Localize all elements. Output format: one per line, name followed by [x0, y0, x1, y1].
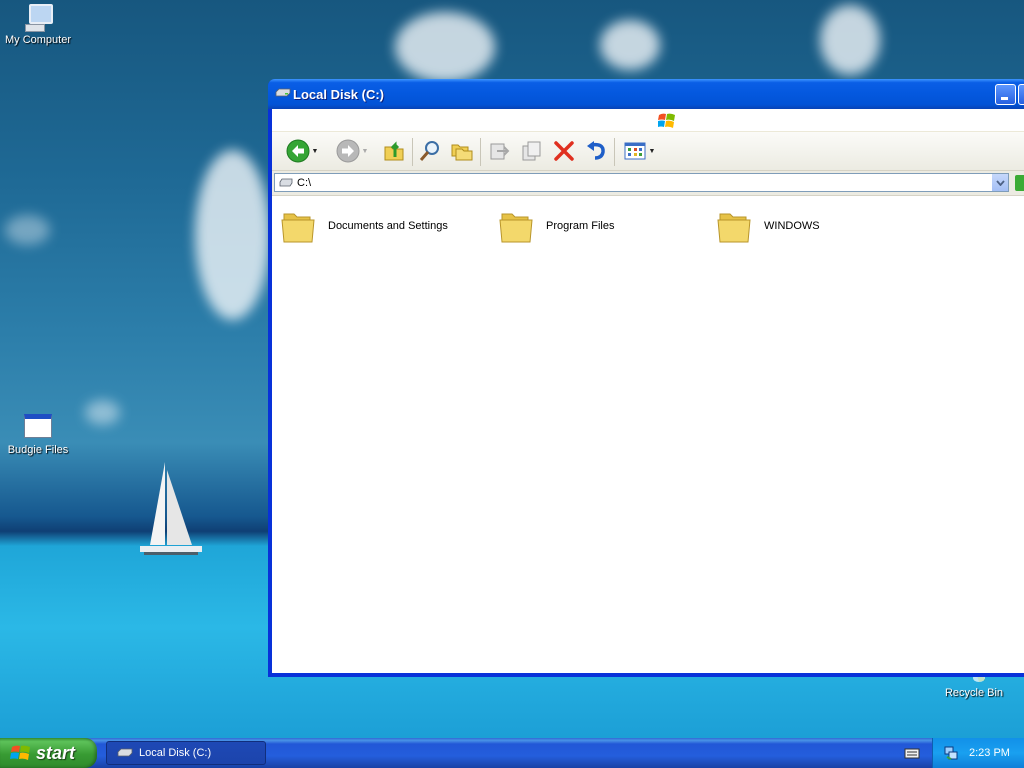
- window-body: ▼ ▼ ▼ C:\ Documents and Settings Program…: [272, 109, 1024, 673]
- move-to-icon: [490, 143, 510, 160]
- address-value: C:\: [297, 177, 312, 189]
- folder-name: Documents and Settings: [328, 220, 448, 232]
- cloud: [395, 12, 495, 82]
- chevron-down-icon: [995, 179, 1005, 186]
- forward-button[interactable]: ▼: [332, 138, 372, 164]
- folder-name: Program Files: [546, 220, 615, 232]
- toolbar-separator: [412, 138, 413, 166]
- dropdown-arrow-icon: ▼: [361, 147, 369, 155]
- dropdown-arrow-icon: ▼: [311, 147, 319, 155]
- local-disk-icon: [275, 88, 291, 97]
- window-titlebar[interactable]: Local Disk (C:): [268, 79, 1024, 109]
- up-folder-icon: [384, 141, 404, 161]
- my-computer-icon: [23, 2, 53, 32]
- windows-logo-icon: [658, 113, 675, 128]
- sailboat-image: [140, 462, 202, 555]
- keyboard-icon[interactable]: [904, 746, 920, 760]
- undo-icon: [587, 141, 605, 160]
- system-tray: 2:23 PM: [932, 738, 1024, 768]
- standard-toolbar: ▼ ▼ ▼: [272, 132, 1024, 171]
- taskbar: start Local Disk (C:) 2:23 PM: [0, 738, 1024, 768]
- views-button[interactable]: ▼: [620, 138, 658, 164]
- desktop-icon-my-computer[interactable]: My Computer: [0, 2, 78, 46]
- windows-logo-icon: [10, 745, 30, 760]
- window-title: Local Disk (C:): [293, 87, 385, 102]
- cloud: [820, 5, 880, 75]
- explorer-window: Local Disk (C:) ▼ ▼ ▼ C:\ Documents and …: [268, 79, 1024, 677]
- file-list: Documents and Settings Program Files WIN…: [272, 196, 1024, 673]
- cloud: [195, 150, 270, 320]
- delete-icon: [554, 141, 574, 161]
- address-field[interactable]: C:\: [274, 173, 1009, 192]
- forward-icon: [336, 139, 360, 163]
- search-icon: [419, 141, 439, 161]
- address-bar: C:\: [272, 171, 1024, 196]
- local-disk-icon: [117, 748, 133, 757]
- folder-icon: [281, 213, 315, 243]
- folder-item-documents-and-settings[interactable]: Documents and Settings: [280, 206, 448, 246]
- views-icon: [624, 142, 646, 160]
- folder-item-windows[interactable]: WINDOWS: [716, 206, 820, 246]
- taskbar-button-local-disk[interactable]: Local Disk (C:): [106, 741, 266, 765]
- up-button[interactable]: [380, 138, 408, 164]
- menu-bar: [272, 109, 1024, 132]
- toolbar-separator: [614, 138, 615, 166]
- back-icon: [286, 139, 310, 163]
- cloud: [5, 215, 50, 245]
- maximize-button[interactable]: [1018, 84, 1024, 105]
- desktop-icon-label: My Computer: [4, 34, 72, 46]
- minimize-button[interactable]: [995, 84, 1016, 105]
- move-to-button[interactable]: [486, 138, 514, 164]
- dropdown-arrow-icon: ▼: [648, 147, 656, 155]
- undo-button[interactable]: [582, 138, 610, 164]
- search-button[interactable]: [416, 138, 444, 164]
- delete-button[interactable]: [550, 138, 578, 164]
- address-dropdown-button[interactable]: [991, 174, 1008, 191]
- copy-to-button[interactable]: [518, 138, 546, 164]
- folder-name: WINDOWS: [764, 220, 820, 232]
- back-button[interactable]: ▼: [280, 138, 324, 164]
- toolbar-separator: [480, 138, 481, 166]
- desktop-icon-label: Budgie Files: [7, 444, 69, 456]
- cloud: [600, 20, 660, 70]
- copy-to-icon: [522, 141, 541, 161]
- clock[interactable]: 2:23 PM: [969, 747, 1010, 759]
- local-disk-icon: [279, 178, 293, 187]
- folder-icon: [717, 213, 751, 243]
- network-icon[interactable]: [943, 745, 959, 761]
- taskbar-button-label: Local Disk (C:): [139, 747, 212, 759]
- start-button[interactable]: start: [0, 738, 97, 768]
- folder-item-program-files[interactable]: Program Files: [498, 206, 614, 246]
- folders-button[interactable]: [448, 138, 476, 164]
- desktop-icon-budgie-files[interactable]: Budgie Files: [0, 414, 78, 456]
- cloud: [85, 400, 120, 425]
- desktop-icon-label: Recycle Bin: [944, 687, 1004, 699]
- folder-icon: [499, 213, 533, 243]
- go-button[interactable]: [1015, 175, 1024, 191]
- folders-icon: [451, 144, 473, 161]
- start-label: start: [36, 742, 76, 763]
- window-shortcut-icon: [24, 414, 52, 438]
